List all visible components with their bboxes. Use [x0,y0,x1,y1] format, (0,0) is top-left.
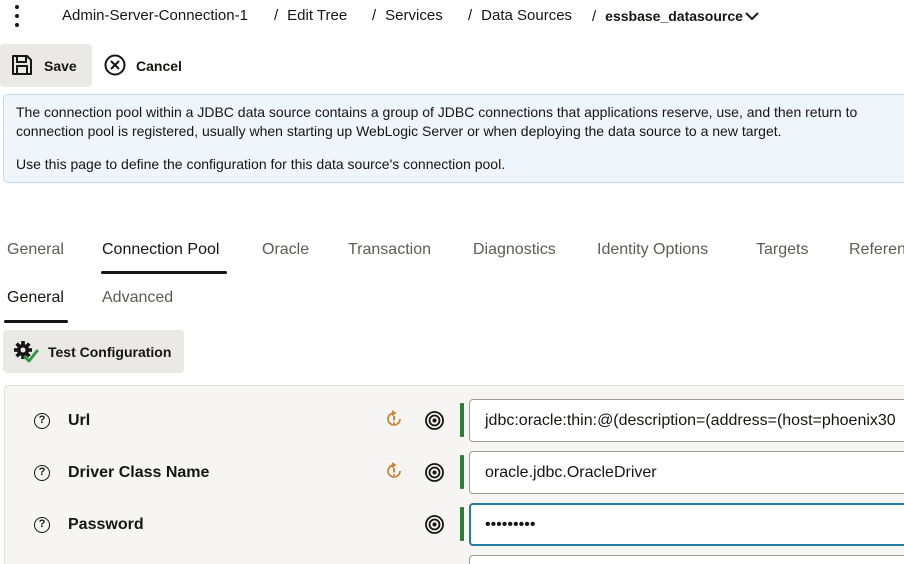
breadcrumb-item-connection[interactable]: Admin-Server-Connection-1 [62,7,248,24]
help-circle-icon[interactable]: ? [34,465,50,481]
help-circle-icon[interactable]: ? [34,517,50,533]
breadcrumb-label: Edit Tree [287,7,348,24]
save-icon [12,55,32,75]
save-button[interactable]: Save [0,44,92,87]
tab-transaction[interactable]: Transaction [348,241,431,259]
subtab-general[interactable]: General [7,289,64,307]
breadcrumb-separator: / [592,8,597,25]
help-circle-icon[interactable]: ? [34,413,50,429]
breadcrumb-label: Services [385,7,443,24]
target-icon[interactable] [425,515,444,534]
info-text-line1: The connection pool within a JDBC data s… [16,104,858,120]
active-subtab-indicator [4,320,68,323]
breadcrumb-item-data-sources[interactable]: / Data Sources [468,7,572,24]
target-icon[interactable] [425,463,444,482]
active-tab-indicator [101,271,227,274]
tab-references[interactable]: Referen [849,241,904,259]
tab-general[interactable]: General [7,241,64,259]
tab-oracle[interactable]: Oracle [262,241,309,259]
cancel-button[interactable]: Cancel [96,44,192,87]
tab-targets[interactable]: Targets [756,241,808,259]
breadcrumb-separator: / [274,7,279,24]
breadcrumb-separator: / [372,7,377,24]
field-modified-indicator [460,403,464,437]
breadcrumb-current[interactable]: / essbase_datasource [592,8,743,25]
breadcrumb: Admin-Server-Connection-1 / Edit Tree / Se… [0,0,904,32]
url-input[interactable]: jdbc:oracle:thin:@(description=(address=… [469,399,904,442]
breadcrumb-label: essbase_datasource [605,8,743,24]
info-text-line3: Use this page to define the configuratio… [16,156,506,172]
info-banner: The connection pool within a JDBC data s… [3,94,904,183]
field-label-url: Url [68,412,91,429]
field-modified-indicator [460,507,464,541]
cancel-button-label: Cancel [136,58,182,74]
driver-class-name-input[interactable]: oracle.jdbc.OracleDriver [469,451,904,494]
breadcrumb-item-services[interactable]: / Services [372,7,443,24]
save-button-label: Save [44,58,77,74]
warning-refresh-icon[interactable] [385,462,403,480]
test-configuration-button[interactable]: Test Configuration [3,330,184,373]
tab-diagnostics[interactable]: Diagnostics [473,241,556,259]
password-input[interactable]: ••••••••• [469,503,904,546]
field-label-password: Password [68,516,144,533]
next-field-input[interactable] [469,555,904,564]
field-modified-indicator [460,455,464,489]
breadcrumb-label: Data Sources [481,7,573,24]
gear-check-icon [14,341,39,363]
test-configuration-label: Test Configuration [48,344,172,360]
tab-identity-options[interactable]: Identity Options [597,241,708,259]
field-label-driver-class-name: Driver Class Name [68,464,210,481]
tab-connection-pool[interactable]: Connection Pool [102,241,219,259]
subtab-advanced[interactable]: Advanced [102,289,173,307]
kebab-menu-icon[interactable] [10,3,24,29]
warning-refresh-icon[interactable] [385,410,403,428]
info-text-line2: connection pool is registered, usually w… [16,123,782,139]
target-icon[interactable] [425,411,444,430]
breadcrumb-separator: / [468,7,473,24]
breadcrumb-item-edit-tree[interactable]: / Edit Tree [274,7,347,24]
chevron-down-icon[interactable] [744,10,760,22]
cancel-icon [104,54,126,76]
